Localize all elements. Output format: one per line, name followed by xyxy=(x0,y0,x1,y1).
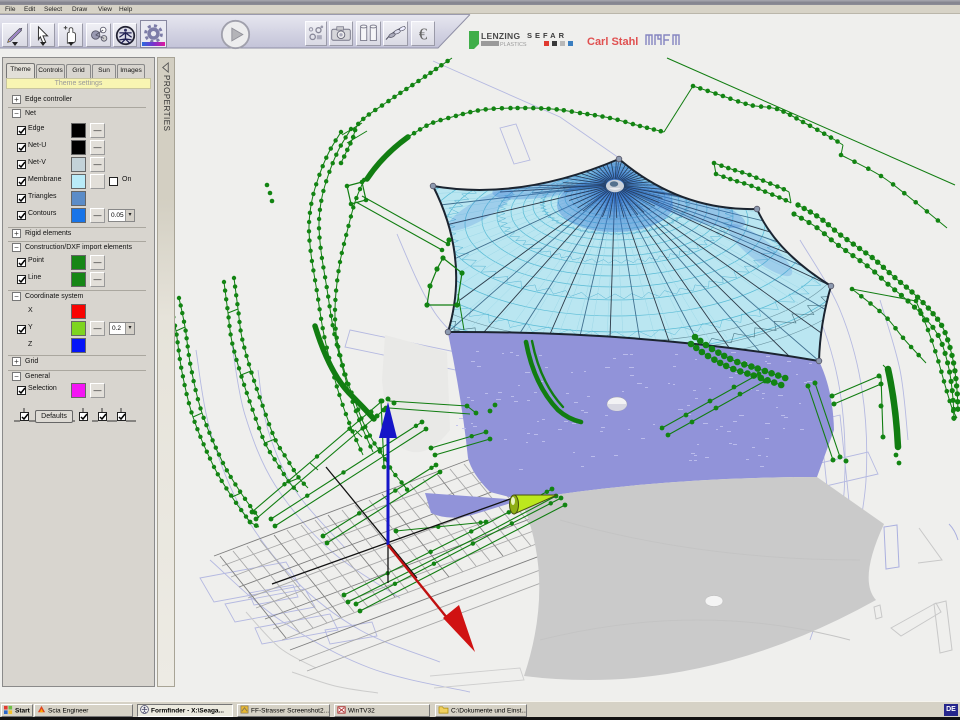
svg-text:SEFAR: SEFAR xyxy=(527,31,567,40)
svg-text:PLASTICS: PLASTICS xyxy=(500,42,527,48)
svg-text:LENZING: LENZING xyxy=(481,31,520,41)
svg-text:€: € xyxy=(419,24,428,43)
svg-text:Carl Stahl: Carl Stahl xyxy=(587,36,638,48)
